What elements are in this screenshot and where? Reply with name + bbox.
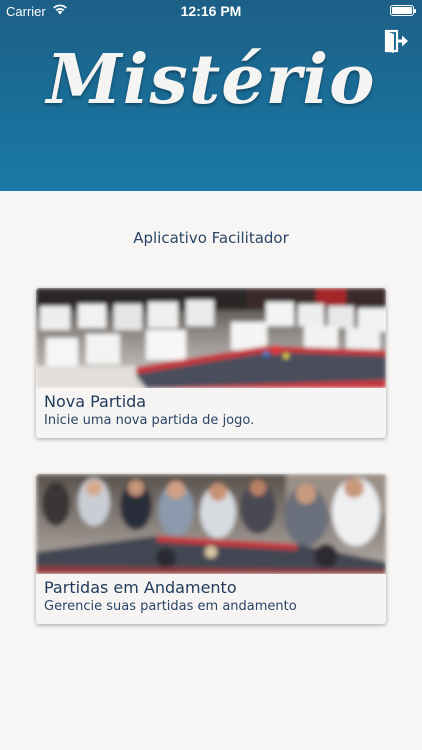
clock: 12:16 PM <box>180 3 242 19</box>
status-bar: Carrier 12:16 PM <box>0 0 422 22</box>
app-header: Carrier 12:16 PM Mistério <box>0 0 422 191</box>
new-game-title: Nova Partida <box>44 392 147 411</box>
battery-icon <box>390 5 416 16</box>
ongoing-games-image <box>36 474 386 574</box>
ongoing-games-title: Partidas em Andamento <box>44 578 237 597</box>
new-game-description: Inicie uma nova partida de jogo. <box>44 413 255 428</box>
app-logo: Mistério <box>46 40 376 120</box>
page-subtitle: Aplicativo Facilitador <box>133 229 289 247</box>
ongoing-games-card[interactable]: Partidas em Andamento Gerencie suas part… <box>36 474 386 624</box>
new-game-image <box>36 288 386 388</box>
new-game-card[interactable]: Nova Partida Inicie uma nova partida de … <box>36 288 386 438</box>
ongoing-games-description: Gerencie suas partidas em andamento <box>44 599 297 614</box>
